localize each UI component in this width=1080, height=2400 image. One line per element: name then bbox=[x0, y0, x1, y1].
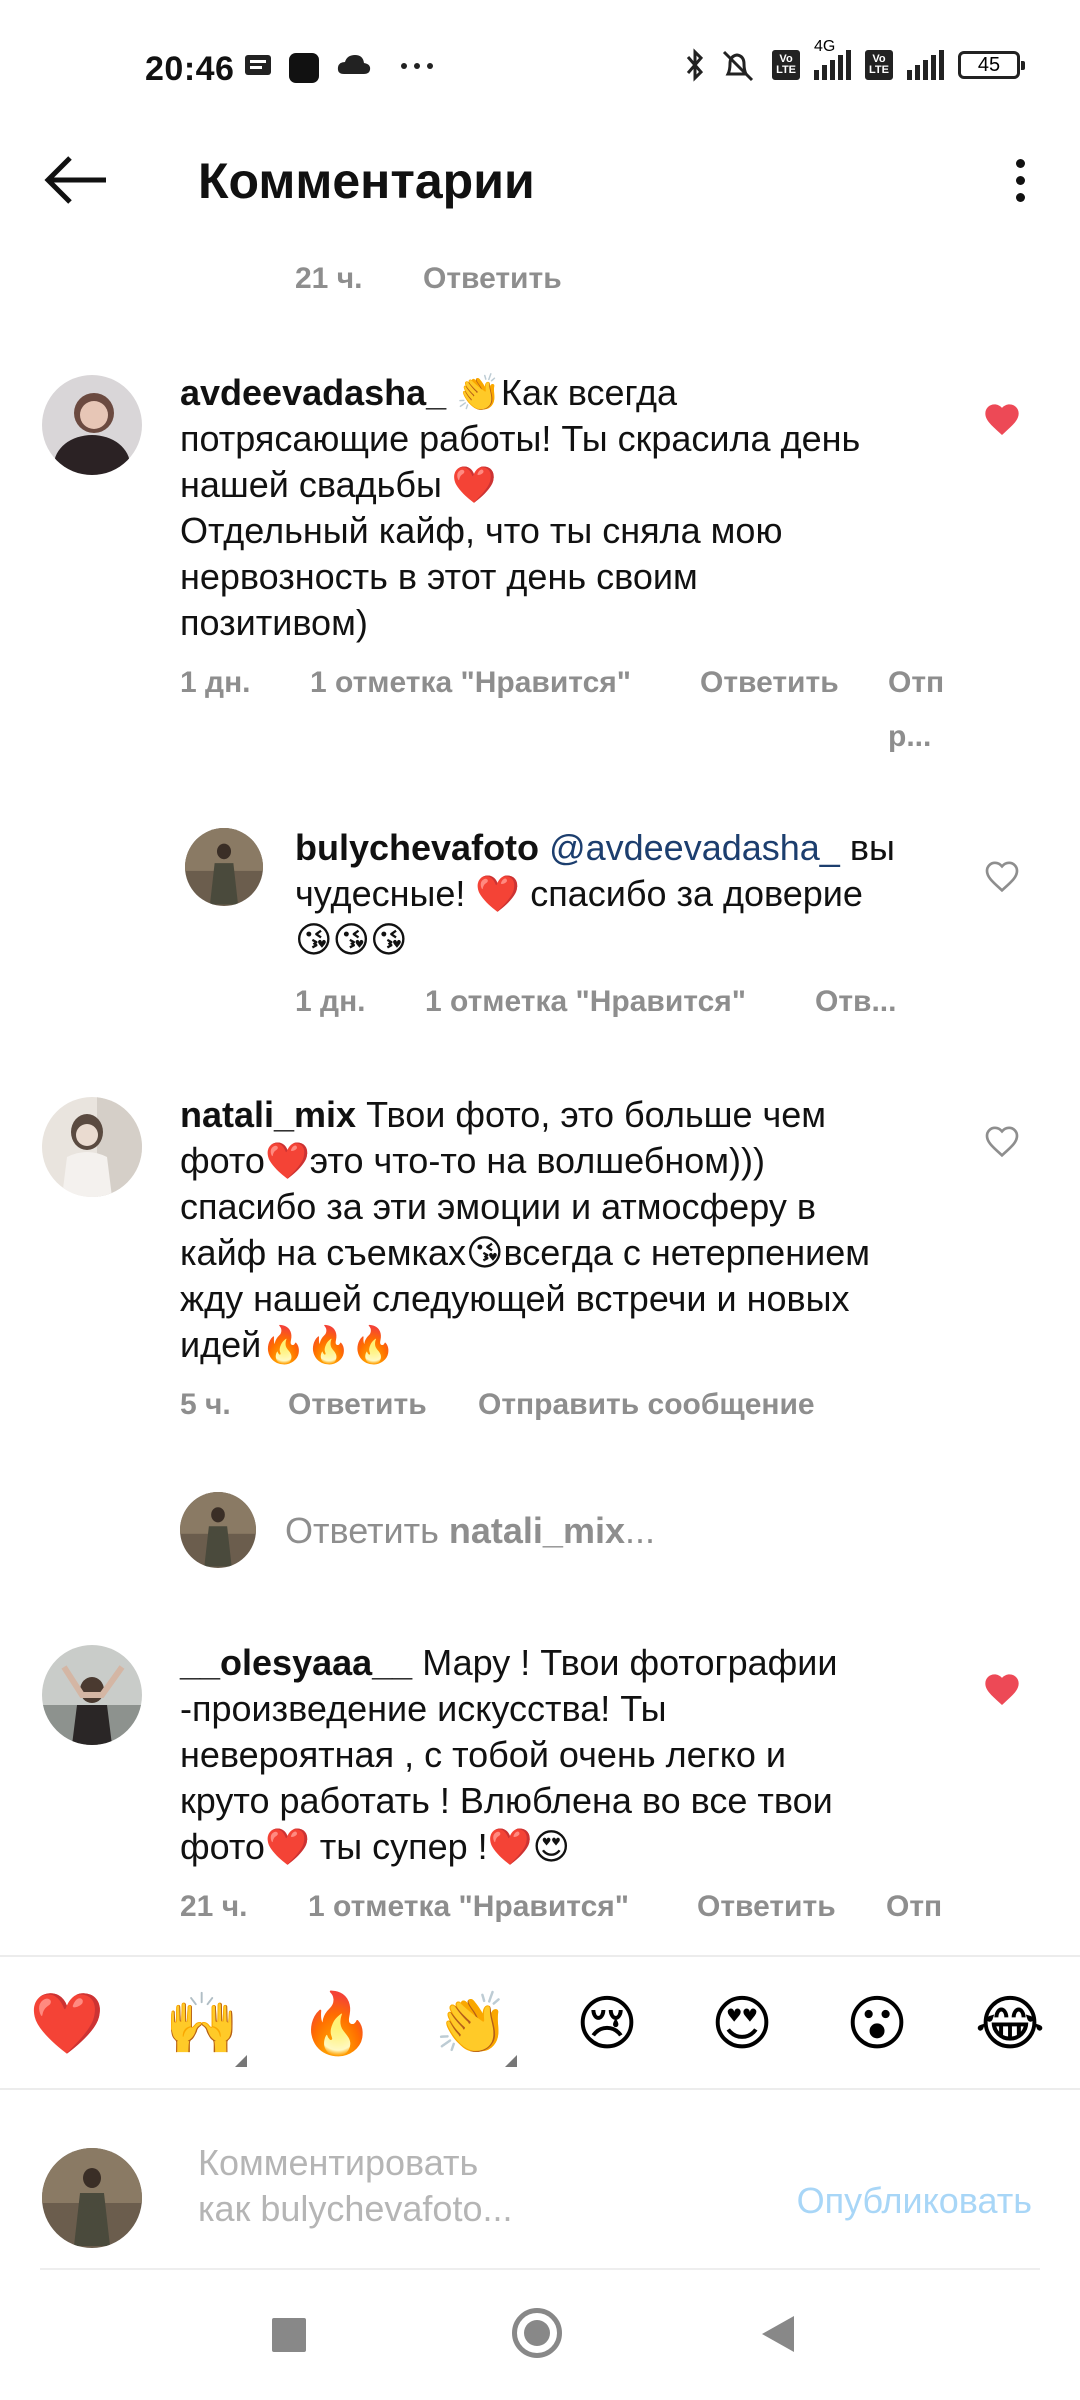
emoji-raised-hands-button[interactable]: 🙌 bbox=[157, 1979, 247, 2069]
volte-icon-2: Vo LTE bbox=[865, 50, 893, 80]
status-bar: 20:46 Vo LTE 4G Vo LTE 45 bbox=[0, 0, 1080, 140]
cloud-icon bbox=[337, 55, 371, 74]
comment-username-olesyaaa[interactable]: __olesyaaa__ bbox=[180, 1642, 412, 1683]
prev-comment-time: 21 ч. bbox=[295, 262, 363, 295]
comment-time-natali: 5 ч. bbox=[180, 1388, 231, 1421]
page-title: Комментарии bbox=[198, 153, 535, 209]
emoji-laughing-button[interactable]: 😂 bbox=[965, 1979, 1055, 2069]
avatar-olesyaaa[interactable] bbox=[42, 1645, 142, 1745]
battery-level: 45 bbox=[977, 53, 1001, 76]
comment-body-natali: natali_mix Твои фото, это больше чем фот… bbox=[180, 1094, 870, 1365]
status-time: 20:46 bbox=[145, 50, 235, 88]
more-options-icon[interactable] bbox=[990, 150, 1050, 210]
avatar-bulychevafoto[interactable] bbox=[185, 828, 263, 906]
reply-likes-count[interactable]: 1 отметка "Нравится" bbox=[425, 985, 746, 1019]
emoji-surprised-button[interactable]: 😮 bbox=[832, 1979, 922, 2069]
heart-filled-icon[interactable] bbox=[982, 1670, 1022, 1710]
emoji-crying-button[interactable]: 😢 bbox=[562, 1979, 652, 2069]
comment-body-olesyaaa: __olesyaaa__ Мару ! Твои фотографии -про… bbox=[180, 1642, 838, 1867]
comment-likes-count-olesyaaa[interactable]: 1 отметка "Нравится" bbox=[308, 1890, 629, 1924]
comment-send-button[interactable]: Отп bbox=[888, 666, 944, 700]
comment-input[interactable]: Комментировать как bulychevafoto... bbox=[198, 2140, 528, 2232]
battery-indicator: 45 bbox=[958, 51, 1025, 79]
comment-reply-button-natali[interactable]: Ответить bbox=[288, 1388, 427, 1422]
back-arrow-icon[interactable] bbox=[40, 140, 120, 220]
volte-icon: Vo LTE bbox=[772, 50, 801, 80]
prev-comment-reply-button[interactable]: Ответить bbox=[423, 262, 562, 296]
comment-time: 1 дн. bbox=[180, 666, 251, 699]
comment-time-olesyaaa: 21 ч. bbox=[180, 1890, 248, 1923]
emoji-reaction-bar: ❤️ 🙌 🔥 👏 😢 😍 😮 😂 bbox=[0, 1955, 1080, 2090]
comment-username[interactable]: avdeevadasha_ bbox=[180, 372, 446, 413]
reply-reply-button[interactable]: Отв... bbox=[815, 985, 896, 1019]
comment-username-natali[interactable]: natali_mix bbox=[180, 1094, 356, 1135]
avatar-natali-mix[interactable] bbox=[42, 1097, 142, 1197]
mention-link[interactable]: @avdeevadasha_ bbox=[549, 827, 840, 868]
app-icon bbox=[289, 53, 319, 83]
reply-body: bulychevafoto @avdeevadasha_ вы чудесные… bbox=[295, 827, 895, 960]
comment-reply-button[interactable]: Ответить bbox=[700, 666, 839, 700]
comment-send-button-olesyaaa[interactable]: Отп bbox=[886, 1890, 942, 1924]
publish-button[interactable]: Опубликовать bbox=[797, 2180, 1032, 2222]
emoji-heart-button[interactable]: ❤️ bbox=[22, 1979, 112, 2069]
signal-icon-2 bbox=[907, 50, 944, 80]
reply-username[interactable]: bulychevafoto bbox=[295, 827, 539, 868]
comment-send-message-button[interactable]: Отправить сообщение bbox=[478, 1388, 815, 1422]
reply-time: 1 дн. bbox=[295, 985, 366, 1018]
avatar-current-user-small bbox=[180, 1492, 256, 1568]
avatar-composer bbox=[42, 2148, 142, 2248]
more-notifications-icon bbox=[401, 63, 433, 69]
nav-back-icon[interactable] bbox=[762, 2316, 794, 2352]
notes-icon bbox=[245, 55, 271, 75]
avatar-avdeevadasha[interactable] bbox=[42, 375, 142, 475]
comment-body: avdeevadasha_ 👏Как всегда потрясающие ра… bbox=[180, 372, 861, 643]
recent-apps-icon[interactable] bbox=[272, 2318, 306, 2352]
home-icon[interactable] bbox=[512, 2308, 562, 2358]
comment-send-button-wrap[interactable]: р... bbox=[888, 720, 931, 754]
emoji-clap-button[interactable]: 👏 bbox=[427, 1979, 517, 2069]
signal-1: 4G bbox=[814, 38, 852, 80]
emoji-heart-eyes-button[interactable]: 😍 bbox=[697, 1979, 787, 2069]
vibrate-off-icon bbox=[723, 50, 754, 82]
comment-reply-button-olesyaaa[interactable]: Ответить bbox=[697, 1890, 836, 1924]
emoji-fire-button[interactable]: 🔥 bbox=[292, 1979, 382, 2069]
status-icons: Vo LTE 4G Vo LTE 45 bbox=[684, 38, 1025, 82]
reply-to-prompt[interactable]: Ответить natali_mix... bbox=[285, 1510, 655, 1552]
heart-outline-icon[interactable] bbox=[982, 857, 1022, 897]
comment-likes-count[interactable]: 1 отметка "Нравится" bbox=[310, 666, 631, 700]
heart-outline-icon[interactable] bbox=[982, 1122, 1022, 1162]
bluetooth-icon bbox=[686, 48, 704, 82]
heart-filled-icon[interactable] bbox=[982, 400, 1022, 440]
